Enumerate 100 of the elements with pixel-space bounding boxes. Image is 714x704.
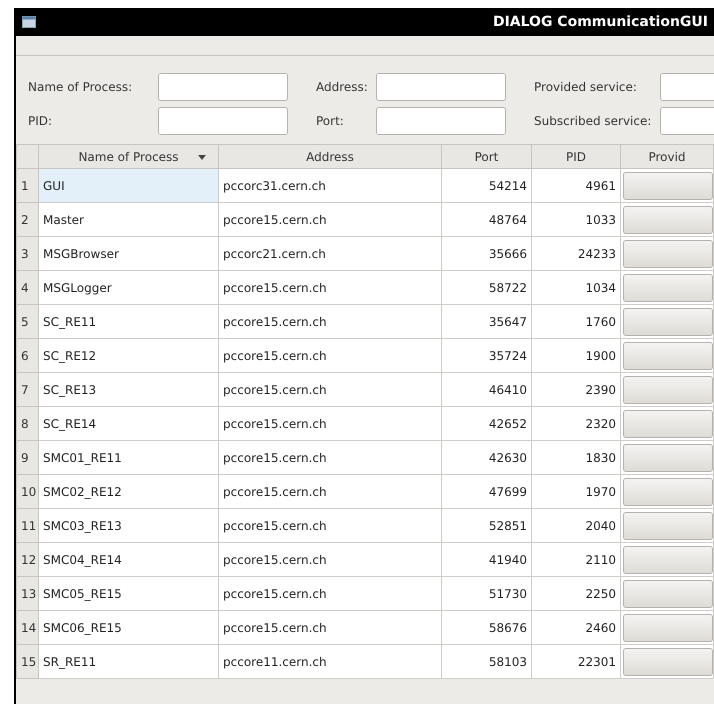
service-button[interactable] — [623, 478, 713, 506]
row-number: 9 — [16, 440, 38, 474]
column-header[interactable]: Provid — [620, 144, 714, 168]
service-button[interactable] — [623, 410, 713, 438]
field-label: Provided service: — [533, 79, 638, 96]
table-cell: 1034 — [532, 270, 620, 304]
service-button[interactable] — [623, 342, 713, 370]
table-cell: 54214 — [442, 168, 532, 202]
filter-field[interactable] — [376, 73, 506, 101]
header-corner — [16, 144, 38, 168]
table-cell: SMC04_RE14 — [38, 542, 218, 576]
table-cell: 2040 — [532, 508, 620, 542]
table-cell: 35666 — [442, 236, 532, 270]
table-cell: 1970 — [532, 474, 620, 508]
service-button[interactable] — [623, 274, 713, 302]
table-cell: SC_RE13 — [38, 372, 218, 406]
service-button[interactable] — [623, 648, 713, 676]
table-cell: GUI — [38, 168, 218, 202]
service-button[interactable] — [623, 546, 713, 574]
table-cell: 2320 — [532, 406, 620, 440]
table-cell: pccore15.cern.ch — [218, 338, 442, 372]
window-icon — [22, 16, 36, 28]
table-cell: 22301 — [532, 644, 620, 678]
filter-field[interactable] — [660, 107, 714, 135]
table-cell: pccore15.cern.ch — [218, 304, 442, 338]
table-cell: 35647 — [442, 304, 532, 338]
service-button[interactable] — [623, 512, 713, 540]
service-button[interactable] — [623, 580, 713, 608]
row-number: 8 — [16, 406, 38, 440]
table-cell: 58103 — [442, 644, 532, 678]
table-cell: 51730 — [442, 576, 532, 610]
table-cell: pccore15.cern.ch — [218, 440, 442, 474]
table-cell: 2390 — [532, 372, 620, 406]
table-cell: SMC03_RE13 — [38, 508, 218, 542]
table-cell: pccore15.cern.ch — [218, 610, 442, 644]
table-cell: 42652 — [442, 406, 532, 440]
row-number: 5 — [16, 304, 38, 338]
table-cell: 1830 — [532, 440, 620, 474]
column-header[interactable]: Address — [218, 144, 442, 168]
table-cell: 58722 — [442, 270, 532, 304]
table-cell: SMC06_RE15 — [38, 610, 218, 644]
table-cell: 47699 — [442, 474, 532, 508]
column-header[interactable]: Port — [442, 144, 532, 168]
table-cell: 42630 — [442, 440, 532, 474]
table-cell: 35724 — [442, 338, 532, 372]
table-cell: 58676 — [442, 610, 532, 644]
filter-field[interactable] — [158, 73, 288, 101]
table-cell: pccorc21.cern.ch — [218, 236, 442, 270]
service-button[interactable] — [623, 172, 713, 200]
service-button[interactable] — [623, 614, 713, 642]
filter-field[interactable] — [158, 107, 288, 135]
row-number: 3 — [16, 236, 38, 270]
table-cell: pccore15.cern.ch — [218, 406, 442, 440]
row-number: 7 — [16, 372, 38, 406]
table-cell: pccore15.cern.ch — [218, 372, 442, 406]
table-cell: 24233 — [532, 236, 620, 270]
row-number: 1 — [16, 168, 38, 202]
table-cell: SC_RE14 — [38, 406, 218, 440]
table-cell: pccorc31.cern.ch — [218, 168, 442, 202]
table-cell: 2460 — [532, 610, 620, 644]
table-cell: 46410 — [442, 372, 532, 406]
table-cell: pccore15.cern.ch — [218, 508, 442, 542]
service-button[interactable] — [623, 206, 713, 234]
table-cell: pccore15.cern.ch — [218, 474, 442, 508]
row-number: 12 — [16, 542, 38, 576]
row-number: 2 — [16, 202, 38, 236]
table-cell: SC_RE11 — [38, 304, 218, 338]
window-title: DIALOG CommunicationGUI — [492, 12, 708, 32]
column-header[interactable]: PID — [532, 144, 620, 168]
table-cell: 52851 — [442, 508, 532, 542]
row-number: 14 — [16, 610, 38, 644]
column-header[interactable]: Name of Process — [38, 144, 218, 168]
row-number: 11 — [16, 508, 38, 542]
table-cell: SMC02_RE12 — [38, 474, 218, 508]
filter-field[interactable] — [660, 73, 714, 101]
service-button[interactable] — [623, 444, 713, 472]
table-cell: 2250 — [532, 576, 620, 610]
row-number: 4 — [16, 270, 38, 304]
filter-field[interactable] — [376, 107, 506, 135]
table-cell: 1760 — [532, 304, 620, 338]
row-number: 6 — [16, 338, 38, 372]
field-label: Port: — [315, 113, 345, 130]
table-cell: SMC05_RE15 — [38, 576, 218, 610]
table-cell: SR_RE11 — [38, 644, 218, 678]
row-number: 13 — [16, 576, 38, 610]
table-cell: MSGLogger — [38, 270, 218, 304]
table-cell: pccore15.cern.ch — [218, 576, 442, 610]
field-label: Subscribed service: — [533, 113, 652, 130]
table-cell: pccore15.cern.ch — [218, 270, 442, 304]
table-cell: MSGBrowser — [38, 236, 218, 270]
service-button[interactable] — [623, 376, 713, 404]
row-number: 10 — [16, 474, 38, 508]
table-cell: 48764 — [442, 202, 532, 236]
field-label: Address: — [315, 79, 369, 96]
service-button[interactable] — [623, 240, 713, 268]
table-cell: SC_RE12 — [38, 338, 218, 372]
service-button[interactable] — [623, 308, 713, 336]
table-cell: 4961 — [532, 168, 620, 202]
field-label: PID: — [28, 113, 54, 130]
table-cell: 41940 — [442, 542, 532, 576]
